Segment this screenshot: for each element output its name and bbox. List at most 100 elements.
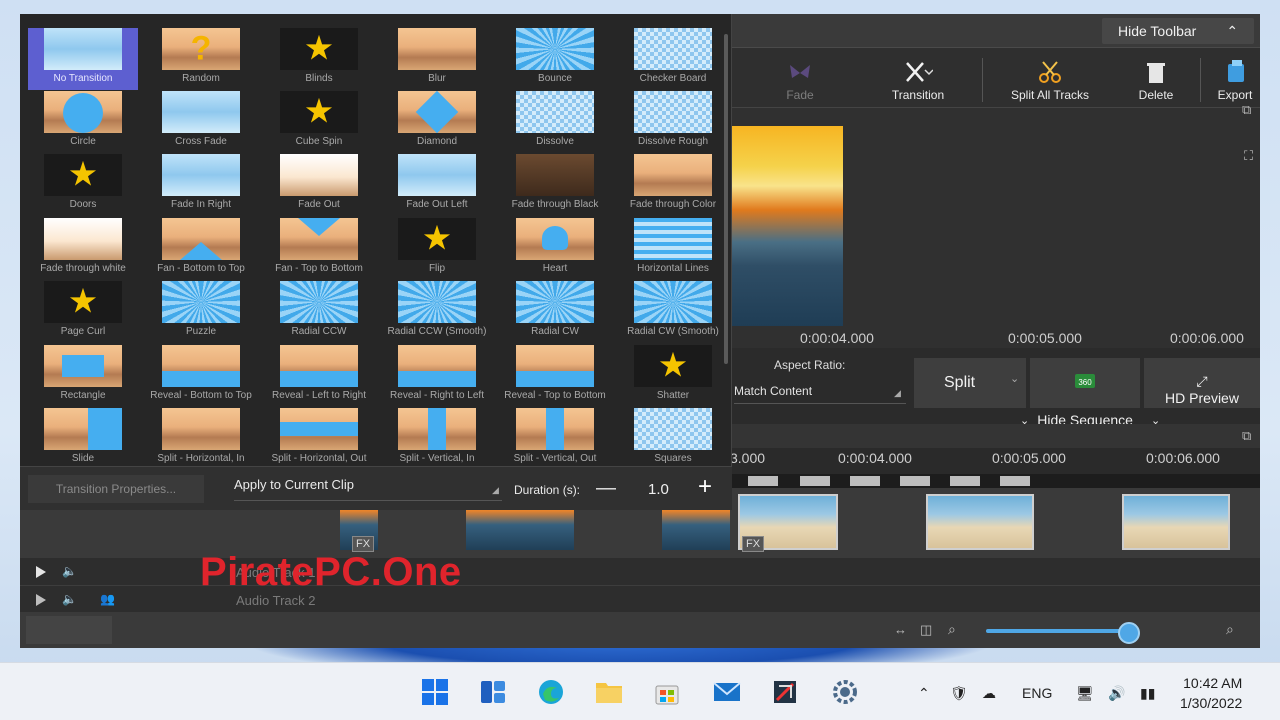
transition-label: Radial CW: [531, 326, 579, 337]
language-indicator[interactable]: ENG: [1022, 685, 1052, 701]
speaker-icon[interactable]: 🔈: [62, 592, 77, 606]
transition-item[interactable]: Radial CW: [500, 281, 610, 343]
zoom-slider-track[interactable]: [986, 629, 1132, 633]
transition-thumbnail: [44, 91, 122, 133]
speaker-icon[interactable]: 🔈: [62, 564, 77, 578]
transition-item[interactable]: Split - Vertical, In: [382, 408, 492, 466]
transition-item[interactable]: Diamond: [382, 91, 492, 153]
transition-item[interactable]: ? Random: [146, 28, 256, 90]
fx-badge[interactable]: FX: [742, 536, 765, 552]
undock-icon[interactable]: ⧉: [1242, 102, 1251, 118]
transition-item[interactable]: Fade through Black: [500, 154, 610, 216]
transition-item[interactable]: Reveal - Bottom to Top: [146, 345, 256, 407]
play-icon[interactable]: [34, 592, 48, 608]
video-clip[interactable]: [926, 494, 1034, 550]
transition-shape: [62, 355, 104, 377]
fade-button[interactable]: Fade: [770, 52, 830, 108]
transition-item[interactable]: Fade In Right: [146, 154, 256, 216]
delete-button[interactable]: Delete: [1126, 52, 1186, 108]
transition-item[interactable]: Fan - Bottom to Top: [146, 218, 256, 280]
transition-item[interactable]: Slide: [28, 408, 138, 466]
hd-preview-button[interactable]: ⤢ HD Preview: [1144, 358, 1260, 408]
shield-icon[interactable]: 🛡: [950, 685, 968, 702]
video-preview: ⧉ ⛶ 0:00:04.000 0:00:05.000 0:00:06.000: [730, 102, 1260, 348]
transition-item[interactable]: Fade through white: [28, 218, 138, 280]
transition-item[interactable]: Fade Out: [264, 154, 374, 216]
transition-item[interactable]: Blur: [382, 28, 492, 90]
transition-item[interactable]: Puzzle: [146, 281, 256, 343]
transition-item[interactable]: ★ Blinds: [264, 28, 374, 90]
chevron-up-icon[interactable]: ⌃: [918, 685, 930, 702]
fullscreen-icon[interactable]: ⛶: [1244, 148, 1253, 164]
transition-item[interactable]: Cross Fade: [146, 91, 256, 153]
transition-item[interactable]: Split - Vertical, Out: [500, 408, 610, 466]
battery-icon[interactable]: ▮▮: [1140, 685, 1155, 702]
zoom-in-icon[interactable]: ⌕: [1226, 621, 1234, 638]
export-button[interactable]: Export: [1210, 52, 1260, 108]
play-icon[interactable]: [34, 564, 48, 580]
group-icon[interactable]: 👥: [100, 592, 115, 606]
360-icon: 360: [1075, 374, 1095, 388]
transition-item[interactable]: Split - Horizontal, In: [146, 408, 256, 466]
360-button[interactable]: 360: [1030, 358, 1140, 408]
edge-browser-icon[interactable]: [536, 677, 566, 707]
transition-item[interactable]: Reveal - Right to Left: [382, 345, 492, 407]
zoom-fit-icon[interactable]: ◫: [920, 622, 932, 638]
transition-properties-button[interactable]: Transition Properties...: [28, 475, 204, 503]
aspect-ratio-select[interactable]: Match Content ◢: [734, 382, 906, 404]
windows-start-icon[interactable]: [420, 677, 450, 707]
transition-item[interactable]: Radial CCW: [264, 281, 374, 343]
store-icon[interactable]: [652, 677, 682, 707]
file-explorer-icon[interactable]: [594, 677, 624, 707]
transition-item[interactable]: Fade Out Left: [382, 154, 492, 216]
zoom-slider-knob[interactable]: [1118, 622, 1140, 644]
transition-item[interactable]: Circle: [28, 91, 138, 153]
hide-toolbar-button[interactable]: Hide Toolbar ⌃: [1102, 18, 1254, 44]
settings-gear-icon[interactable]: [830, 677, 860, 707]
transition-item[interactable]: Rectangle: [28, 345, 138, 407]
transition-item[interactable]: ★ Flip: [382, 218, 492, 280]
transition-item[interactable]: ★ Doors: [28, 154, 138, 216]
widgets-icon[interactable]: [478, 677, 508, 707]
transition-item[interactable]: ★ Cube Spin: [264, 91, 374, 153]
transition-item[interactable]: Checker Board: [618, 28, 728, 90]
transition-item[interactable]: Fade through Color: [618, 154, 728, 216]
chevron-down-icon: ⌄: [1010, 373, 1020, 385]
editor-app-icon[interactable]: [770, 677, 800, 707]
transition-shape: [63, 93, 103, 133]
split-all-tracks-button[interactable]: Split All Tracks: [1000, 52, 1100, 108]
duration-decrease-button[interactable]: —: [596, 477, 616, 500]
apply-to-select[interactable]: Apply to Current Clip ◢: [234, 477, 502, 501]
volume-icon[interactable]: 🔊: [1108, 685, 1125, 702]
transition-item[interactable]: Heart: [500, 218, 610, 280]
transition-item[interactable]: Squares: [618, 408, 728, 466]
video-clip[interactable]: [1122, 494, 1230, 550]
transition-item[interactable]: ★ Shatter: [618, 345, 728, 407]
transition-item[interactable]: Reveal - Left to Right: [264, 345, 374, 407]
transition-item[interactable]: Radial CCW (Smooth): [382, 281, 492, 343]
split-button[interactable]: Split ⌄: [914, 358, 1026, 408]
transition-item[interactable]: Horizontal Lines: [618, 218, 728, 280]
gallery-scrollbar[interactable]: [724, 34, 728, 364]
transition-item[interactable]: ★ Page Curl: [28, 281, 138, 343]
duration-value[interactable]: 1.0: [648, 481, 669, 498]
transition-button[interactable]: Transition: [878, 52, 958, 108]
transition-item[interactable]: Radial CW (Smooth): [618, 281, 728, 343]
transition-item[interactable]: Dissolve Rough: [618, 91, 728, 153]
fit-width-icon[interactable]: ↔: [894, 622, 907, 637]
zoom-out-icon[interactable]: ⌕: [948, 621, 956, 638]
mail-icon[interactable]: [712, 677, 742, 707]
transition-item[interactable]: Fan - Top to Bottom: [264, 218, 374, 280]
duration-increase-button[interactable]: +: [698, 473, 712, 501]
system-clock[interactable]: 10:42 AM 1/30/2022: [1180, 673, 1242, 713]
cloud-icon[interactable]: ☁: [982, 685, 996, 702]
transition-item[interactable]: Dissolve: [500, 91, 610, 153]
network-icon[interactable]: 🖥: [1076, 685, 1094, 702]
transition-thumbnail: [516, 218, 594, 260]
transition-item[interactable]: Bounce: [500, 28, 610, 90]
transition-item[interactable]: Reveal - Top to Bottom: [500, 345, 610, 407]
transition-item[interactable]: Split - Horizontal, Out: [264, 408, 374, 466]
undock-icon[interactable]: ⧉: [1242, 428, 1251, 444]
transition-label: Doors: [69, 199, 97, 210]
transition-item[interactable]: No Transition: [28, 28, 138, 90]
